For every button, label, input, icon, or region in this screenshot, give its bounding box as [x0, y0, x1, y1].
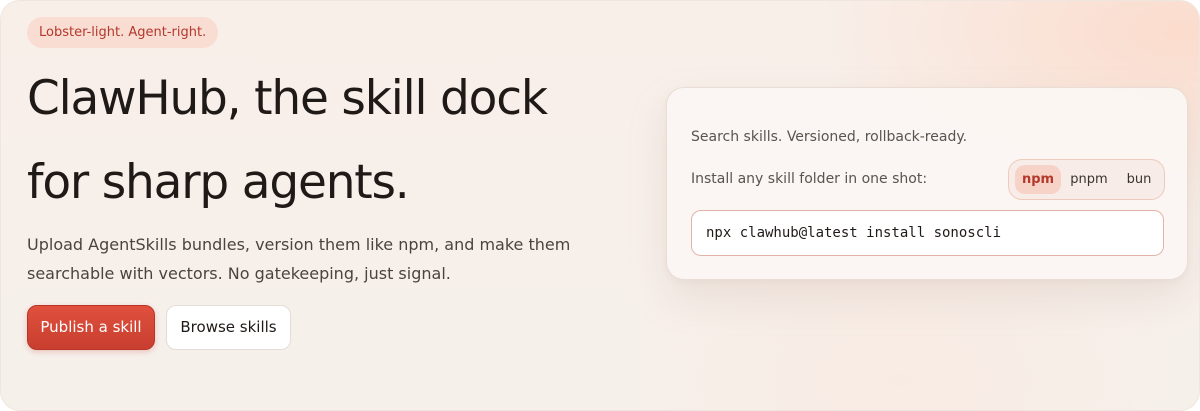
install-instruction-text: Install any skill folder in one shot: [691, 171, 928, 187]
page-headline: ClawHub, the skill dock for sharp agents… [27, 57, 627, 225]
install-command-field[interactable]: npx clawhub@latest install sonoscli [691, 210, 1164, 256]
search-skills-text: Search skills. Versioned, rollback-ready… [691, 129, 968, 145]
publish-skill-button[interactable]: Publish a skill [27, 305, 155, 350]
hero-description: Upload AgentSkills bundles, version them… [27, 235, 571, 283]
package-manager-toggle: npm pnpm bun [1008, 159, 1165, 200]
pm-option-pnpm[interactable]: pnpm [1064, 165, 1114, 194]
hero-section: Lobster-light. Agent-right. ClawHub, the… [0, 0, 1200, 411]
headline-line-1: ClawHub, the skill dock [27, 71, 548, 126]
pm-option-bun[interactable]: bun [1117, 165, 1161, 194]
tagline-badge: Lobster-light. Agent-right. [27, 17, 219, 48]
pm-option-npm[interactable]: npm [1015, 165, 1061, 194]
install-card: Search skills. Versioned, rollback-ready… [666, 87, 1188, 280]
browse-skills-button[interactable]: Browse skills [166, 305, 291, 350]
headline-line-2: for sharp agents. [27, 155, 410, 210]
